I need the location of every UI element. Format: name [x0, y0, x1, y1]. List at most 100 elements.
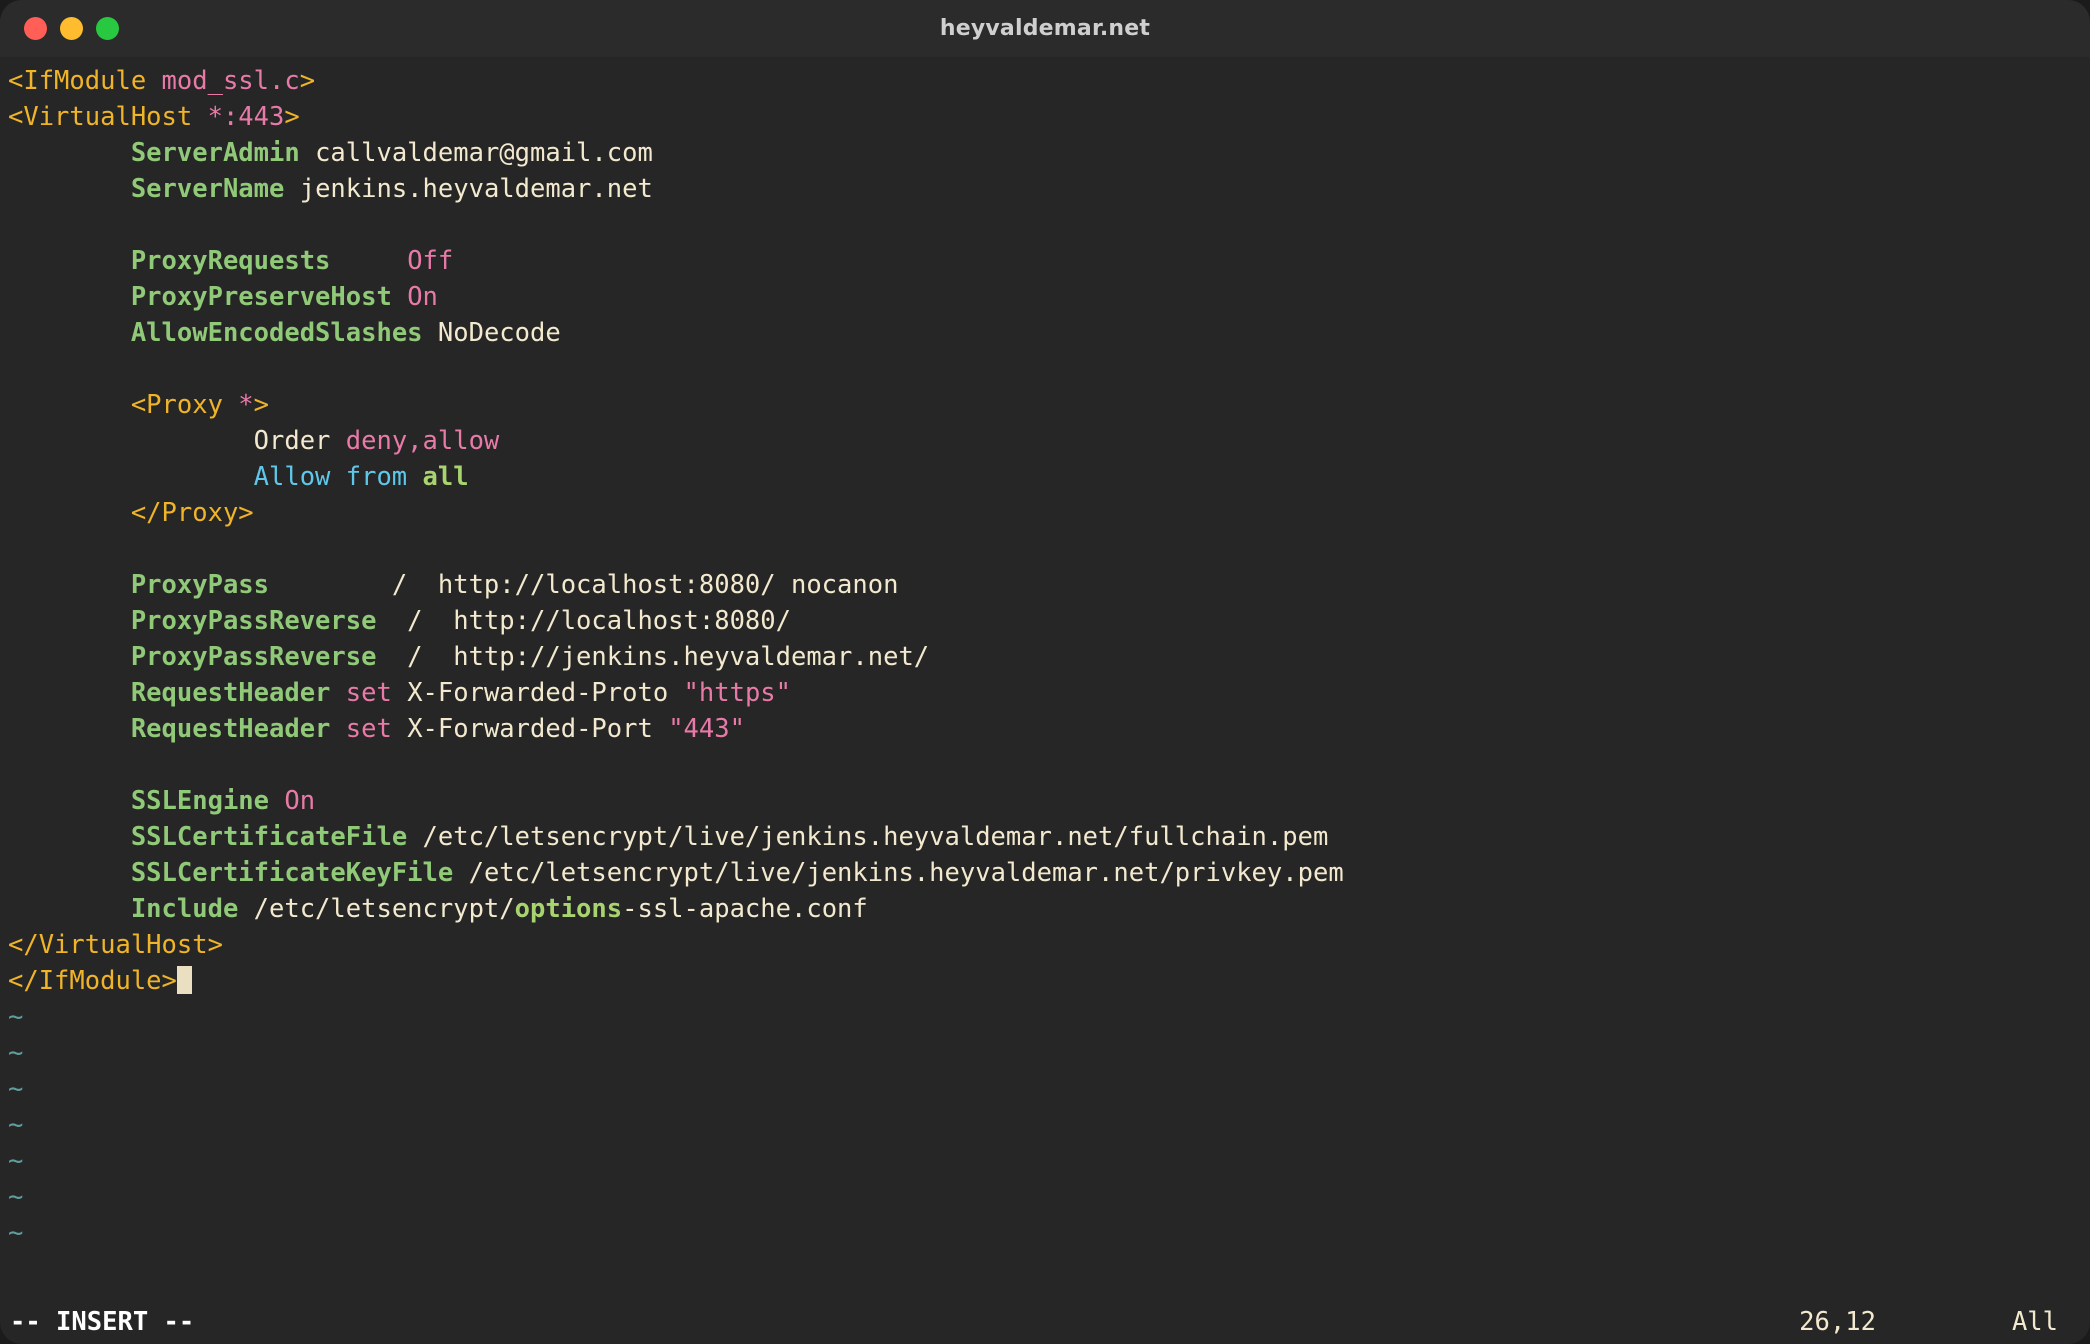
code-line[interactable]	[8, 747, 2090, 783]
empty-line-marker: ~	[8, 1035, 2090, 1071]
code-token: set	[345, 714, 392, 744]
code-token: On	[284, 786, 316, 816]
window-title: heyvaldemar.net	[939, 16, 1151, 41]
code-token: "443"	[668, 714, 745, 744]
code-line[interactable]: ProxyPreserveHost On	[8, 279, 2090, 315]
code-token: ServerAdmin	[130, 138, 300, 168]
empty-line-marker: ~	[8, 1179, 2090, 1215]
tilde-icon: ~	[8, 1146, 24, 1176]
code-line[interactable]: Allow from all	[8, 459, 2090, 495]
code-line[interactable]: Include /etc/letsencrypt/options-ssl-apa…	[8, 891, 2090, 927]
code-line[interactable]: ProxyPassReverse / http://localhost:8080…	[8, 603, 2090, 639]
code-line[interactable]: </IfModule>	[8, 963, 2090, 999]
code-line[interactable]: ProxyPass / http://localhost:8080/ nocan…	[8, 567, 2090, 603]
code-line[interactable]: ServerName jenkins.heyvaldemar.net	[8, 171, 2090, 207]
tilde-icon: ~	[8, 1182, 24, 1212]
code-token: -ssl-apache.conf	[622, 894, 868, 924]
code-token: callvaldemar@gmail.com	[299, 138, 653, 168]
code-token: / http://localhost:8080/ nocanon	[269, 570, 899, 600]
code-line[interactable]	[8, 207, 2090, 243]
code-line[interactable]: <IfModule mod_ssl.c>	[8, 63, 2090, 99]
empty-line-marker: ~	[8, 1215, 2090, 1251]
tilde-icon: ~	[8, 1110, 24, 1140]
code-line[interactable]: ProxyPassReverse / http://jenkins.heyval…	[8, 639, 2090, 675]
code-token: </IfModule>	[8, 966, 177, 996]
code-token: >	[284, 102, 300, 132]
cursor-position-indicator: 26,12	[1799, 1307, 1876, 1337]
code-token: set	[345, 678, 392, 708]
code-line[interactable]: <Proxy *>	[8, 387, 2090, 423]
code-token: /etc/letsencrypt/live/jenkins.heyvaldema…	[453, 858, 1344, 888]
code-token: NoDecode	[422, 318, 561, 348]
minimize-window-button[interactable]	[60, 17, 83, 40]
code-token: deny,allow	[345, 426, 500, 456]
code-line[interactable]: Order deny,allow	[8, 423, 2090, 459]
code-token: Allow from	[253, 462, 423, 492]
tilde-icon: ~	[8, 1002, 24, 1032]
code-token: AllowEncodedSlashes	[130, 318, 423, 348]
code-token: <Proxy	[130, 390, 239, 420]
close-window-button[interactable]	[24, 17, 47, 40]
code-line[interactable]: RequestHeader set X-Forwarded-Port "443"	[8, 711, 2090, 747]
code-line[interactable]: <VirtualHost *:443>	[8, 99, 2090, 135]
code-token: >	[299, 66, 316, 96]
code-token: </VirtualHost>	[8, 930, 223, 960]
code-token: SSLCertificateFile	[130, 822, 408, 852]
code-line[interactable]: AllowEncodedSlashes NoDecode	[8, 315, 2090, 351]
window-titlebar: heyvaldemar.net	[0, 0, 2090, 57]
code-token: ProxyPassReverse	[130, 606, 377, 636]
code-line[interactable]: ServerAdmin callvaldemar@gmail.com	[8, 135, 2090, 171]
code-token: Order	[253, 426, 346, 456]
code-line[interactable]: RequestHeader set X-Forwarded-Proto "htt…	[8, 675, 2090, 711]
code-token: options	[514, 894, 623, 924]
terminal-window: heyvaldemar.net <IfModule mod_ssl.c> <Vir…	[0, 0, 2090, 1344]
maximize-window-button[interactable]	[96, 17, 119, 40]
code-token: jenkins.heyvaldemar.net	[284, 174, 653, 204]
tilde-icon: ~	[8, 1218, 24, 1248]
code-token: Off	[407, 246, 454, 276]
vim-status-line: -- INSERT -- 26,12 All	[0, 1300, 2090, 1344]
traffic-light-buttons	[24, 0, 119, 57]
code-line[interactable]: SSLCertificateKeyFile /etc/letsencrypt/l…	[8, 855, 2090, 891]
code-token: SSLEngine	[130, 786, 269, 816]
code-line[interactable]	[8, 531, 2090, 567]
tilde-icon: ~	[8, 1074, 24, 1104]
code-token: <IfModule	[8, 66, 162, 96]
code-token: *:443	[207, 102, 285, 132]
code-token: On	[407, 282, 438, 312]
code-line[interactable]: SSLEngine On	[8, 783, 2090, 819]
code-line[interactable]: ProxyRequests Off	[8, 243, 2090, 279]
empty-line-marker: ~	[8, 999, 2090, 1035]
code-token: ProxyPreserveHost	[130, 282, 392, 312]
text-buffer[interactable]: <IfModule mod_ssl.c> <VirtualHost *:443> …	[0, 63, 2090, 1251]
code-token: >	[253, 390, 270, 420]
code-line[interactable]: </Proxy>	[8, 495, 2090, 531]
empty-line-marker: ~	[8, 1107, 2090, 1143]
empty-line-marker: ~	[8, 1071, 2090, 1107]
code-token: RequestHeader	[130, 714, 331, 744]
code-line[interactable]	[8, 351, 2090, 387]
code-line[interactable]: </VirtualHost>	[8, 927, 2090, 963]
code-token: ProxyPassReverse	[130, 642, 377, 672]
code-token: mod_ssl.c	[161, 66, 300, 96]
code-token: Include	[130, 894, 239, 924]
code-token: / http://localhost:8080/	[376, 606, 791, 636]
code-token: X-Forwarded-Port	[391, 714, 669, 744]
code-line[interactable]: SSLCertificateFile /etc/letsencrypt/live…	[8, 819, 2090, 855]
vim-editor[interactable]: <IfModule mod_ssl.c> <VirtualHost *:443> …	[0, 57, 2090, 1344]
